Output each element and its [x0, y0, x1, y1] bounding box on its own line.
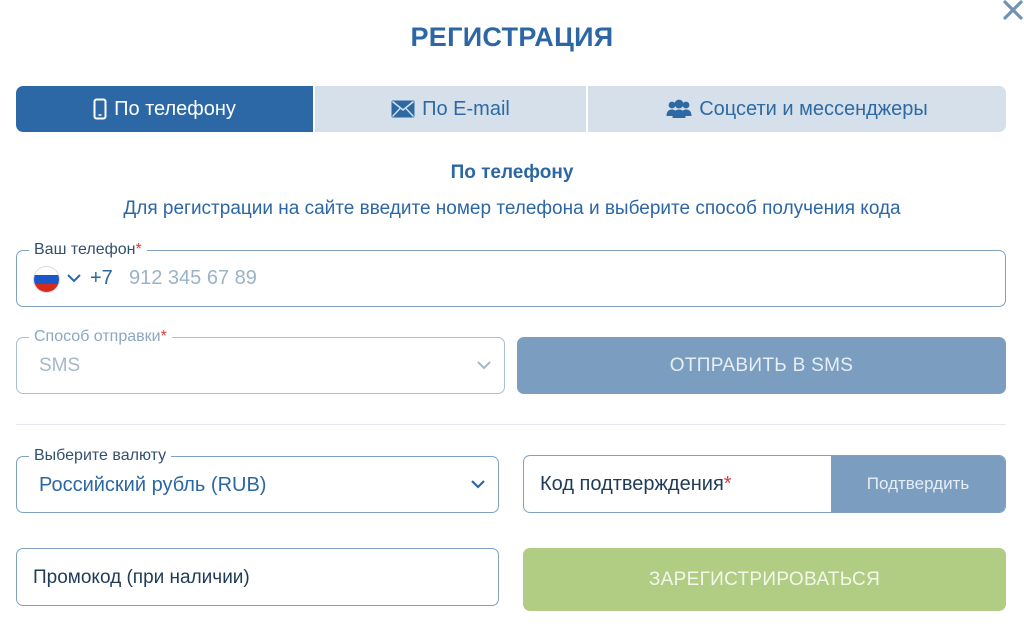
send-method-value: SMS: [39, 355, 81, 376]
required-mark: *: [135, 241, 142, 258]
dialog-title: РЕГИСТРАЦИЯ: [410, 22, 614, 52]
tab-email[interactable]: По E-mail: [313, 86, 586, 132]
required-mark: *: [723, 473, 732, 495]
section-description: Для регистрации на сайте введите номер т…: [123, 198, 901, 219]
confirmation-code-label: Код подтверждения*: [540, 473, 732, 495]
tab-social-label: Соцсети и мессенджеры: [699, 97, 928, 120]
currency-select[interactable]: Выберите валюту Российский рубль (RUB): [16, 446, 499, 513]
registration-tabs: По телефону По E-mail Соцсети и мессендж…: [16, 86, 1006, 132]
smartphone-icon: [93, 98, 107, 120]
chevron-down-icon[interactable]: [66, 273, 82, 283]
tab-phone[interactable]: По телефону: [16, 86, 313, 132]
phone-input[interactable]: [129, 259, 989, 297]
send-sms-button[interactable]: ОТПРАВИТЬ В SMS: [517, 337, 1006, 394]
envelope-icon: [391, 100, 415, 118]
chevron-down-icon: [477, 361, 491, 370]
country-code: +7: [90, 267, 113, 289]
phone-field-label: Ваш телефон*: [29, 240, 147, 260]
promo-code-label: Промокод (при наличии): [33, 567, 250, 588]
send-method-select[interactable]: Способ отправки* SMS: [16, 327, 505, 394]
divider: [16, 424, 1006, 425]
close-icon: [1003, 0, 1023, 20]
phone-field[interactable]: Ваш телефон* +7: [16, 240, 1006, 307]
chevron-down-icon: [471, 480, 485, 489]
users-icon: [666, 99, 692, 118]
send-method-label: Способ отправки*: [29, 327, 172, 347]
tab-social[interactable]: Соцсети и мессенджеры: [586, 86, 1006, 132]
russia-flag-icon[interactable]: [34, 267, 59, 292]
tab-email-label: По E-mail: [422, 97, 510, 120]
currency-label: Выберите валюту: [29, 446, 172, 466]
promo-code-field[interactable]: Промокод (при наличии): [16, 548, 499, 606]
confirm-button[interactable]: Подтвердить: [831, 456, 1005, 512]
currency-value: Российский рубль (RUB): [39, 474, 267, 496]
required-mark: *: [160, 328, 167, 345]
confirmation-code-field[interactable]: Код подтверждения* Подтвердить: [523, 455, 1006, 513]
close-button[interactable]: [1000, 0, 1024, 22]
section-title: По телефону: [450, 162, 574, 183]
register-button[interactable]: ЗАРЕГИСТРИРОВАТЬСЯ: [523, 548, 1006, 611]
tab-phone-label: По телефону: [114, 97, 236, 120]
